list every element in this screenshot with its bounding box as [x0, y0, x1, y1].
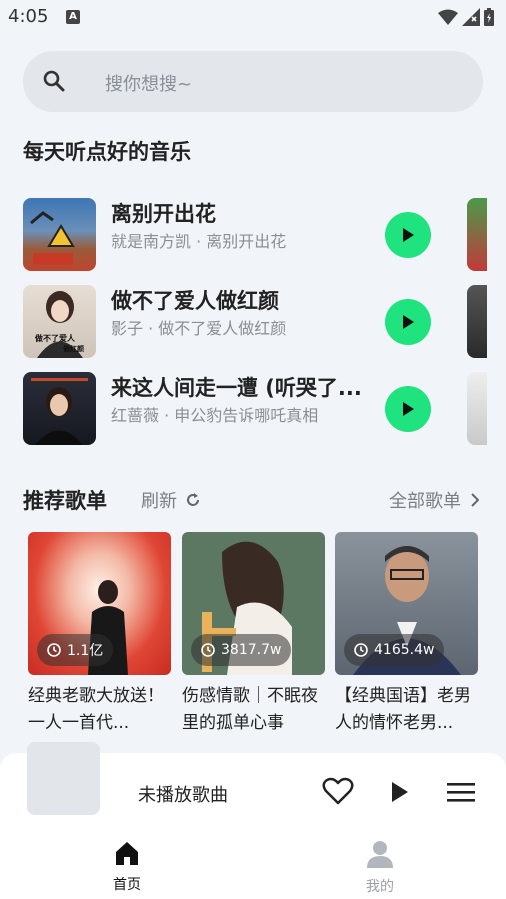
home-icon: [116, 842, 138, 865]
mini-player[interactable]: 未播放歌曲: [0, 742, 506, 899]
song-artist: 就是南方凯 · 离别开出花: [111, 232, 287, 251]
song-cover: 做不了爱人 做红颜: [23, 285, 96, 358]
svg-text:做不了爱人: 做不了爱人: [34, 333, 76, 343]
recommend-title: 推荐歌单: [23, 489, 107, 513]
song-cover: [23, 198, 96, 271]
play-count: 1.1亿: [67, 643, 104, 659]
playlist-card[interactable]: 3817.7w 伤感情歌｜不眠夜里的孤单心事: [182, 532, 325, 737]
status-time: 4:05: [8, 6, 49, 27]
playlist-title: 【经典国语】老男人的情怀老男...: [335, 686, 471, 733]
play-count: 3817.7w: [221, 642, 282, 658]
playlist-card[interactable]: 4165.4w 【经典国语】老男人的情怀老男...: [335, 532, 478, 737]
clock-icon: [354, 643, 368, 657]
tab-mine[interactable]: 我的: [340, 840, 420, 896]
search-placeholder: 搜你想搜~: [105, 74, 193, 95]
next-song-peek[interactable]: [467, 372, 487, 445]
play-button[interactable]: [385, 386, 431, 432]
clock-icon: [47, 643, 61, 657]
playlist-cover: 3817.7w: [182, 532, 325, 675]
refresh-icon: [187, 493, 199, 506]
song-row[interactable]: 离别开出花 就是南方凯 · 离别开出花: [23, 198, 506, 272]
all-playlists-link[interactable]: 全部歌单: [389, 487, 479, 513]
playlist-cover: 1.1亿: [28, 532, 171, 675]
search-bar[interactable]: 搜你想搜~: [23, 51, 483, 112]
daily-section-title: 每天听点好的音乐: [23, 140, 191, 164]
signal-icon: [462, 8, 480, 26]
clock-icon: [201, 643, 215, 657]
play-icon: [403, 228, 414, 242]
song-cover: [23, 372, 96, 445]
play-button[interactable]: [385, 299, 431, 345]
song-row[interactable]: 来这人间走一遭 (听哭了... 红蔷薇 · 申公豹告诉哪吒真相: [23, 372, 506, 446]
refresh-button[interactable]: 刷新: [141, 487, 201, 513]
song-title: 做不了爱人做红颜: [111, 289, 279, 313]
song-artist: 红蔷薇 · 申公豹告诉哪吒真相: [111, 406, 319, 425]
play-count-badge: 4165.4w: [344, 634, 445, 666]
status-icons: [438, 8, 494, 26]
play-count-badge: 1.1亿: [37, 634, 114, 666]
battery-icon: [484, 8, 494, 26]
play-button[interactable]: [385, 212, 431, 258]
chevron-right-icon: [471, 493, 479, 507]
all-playlists-label: 全部歌单: [389, 491, 461, 512]
next-song-peek[interactable]: [467, 198, 487, 271]
song-row[interactable]: 做不了爱人 做红颜 做不了爱人做红颜 影子 · 做不了爱人做红颜: [23, 285, 506, 359]
play-count-badge: 3817.7w: [191, 634, 292, 666]
playlist-card[interactable]: 1.1亿 经典老歌大放送！一人一首代...: [28, 532, 171, 737]
playlist-menu-icon[interactable]: [447, 781, 475, 803]
now-playing-label: 未播放歌曲: [138, 785, 228, 806]
tab-mine-label: 我的: [366, 879, 394, 895]
play-count: 4165.4w: [374, 642, 435, 658]
refresh-label: 刷新: [141, 491, 177, 512]
recommend-header: 推荐歌单 刷新 全部歌单: [23, 485, 483, 515]
tab-home-label: 首页: [113, 877, 141, 893]
next-song-peek[interactable]: [467, 285, 487, 358]
user-icon: [367, 841, 393, 868]
wifi-icon: [438, 9, 458, 25]
song-artist: 影子 · 做不了爱人做红颜: [111, 319, 287, 338]
play-icon: [403, 402, 414, 416]
svg-text:做红颜: 做红颜: [62, 344, 84, 353]
song-title: 来这人间走一遭 (听哭了...: [111, 376, 362, 400]
playlist-cover: 4165.4w: [335, 532, 478, 675]
tab-home[interactable]: 首页: [87, 840, 167, 894]
search-icon: [43, 70, 65, 92]
player-play-icon[interactable]: [390, 781, 410, 803]
notification-a-icon: A: [66, 10, 80, 24]
status-bar: 4:05 A: [0, 0, 506, 34]
song-title: 离别开出花: [111, 202, 216, 226]
play-icon: [403, 315, 414, 329]
player-cover: [27, 742, 100, 815]
heart-icon[interactable]: [322, 777, 354, 805]
playlist-title: 经典老歌大放送！一人一首代...: [28, 686, 164, 733]
playlist-title: 伤感情歌｜不眠夜里的孤单心事: [182, 686, 318, 733]
